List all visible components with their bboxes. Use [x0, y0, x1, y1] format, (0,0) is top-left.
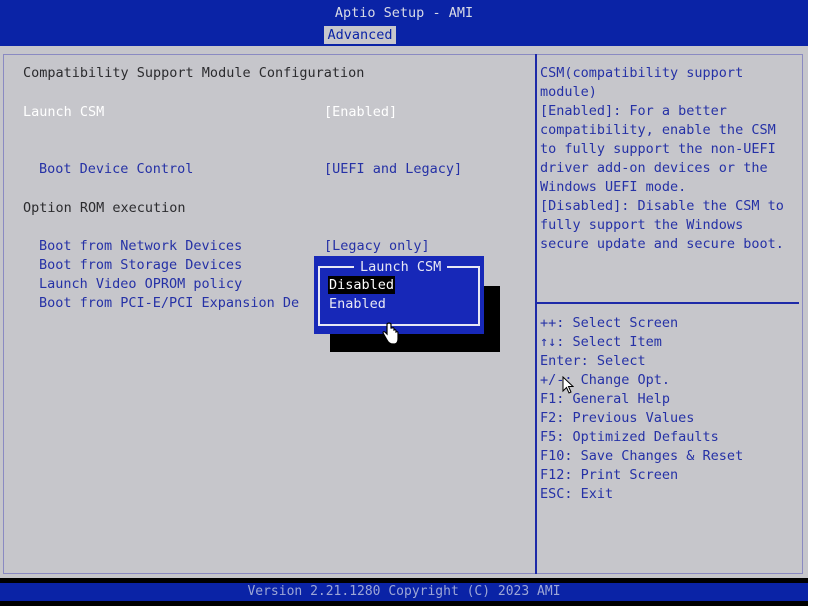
- popup-option-enabled[interactable]: Enabled: [329, 295, 386, 313]
- title-bar: Aptio Setup - AMI Advanced: [0, 0, 808, 46]
- key-help-line: F10: Save Changes & Reset: [540, 448, 744, 464]
- vertical-divider: [535, 54, 537, 574]
- key-help-line: +/-: Change Opt.: [540, 372, 671, 388]
- key-help-line: F12: Print Screen: [540, 467, 679, 483]
- key-help-line: ESC: Exit: [540, 486, 614, 502]
- app-title: Aptio Setup - AMI: [334, 5, 474, 21]
- boot-network-value[interactable]: [Legacy only]: [324, 237, 430, 256]
- key-help-line: F1: General Help: [540, 391, 671, 407]
- hand-cursor-icon: [382, 322, 399, 345]
- help-line: compatibility, enable the CSM: [540, 122, 776, 138]
- launch-csm-label[interactable]: Launch CSM: [23, 103, 104, 122]
- arrow-cursor-icon: [562, 376, 574, 394]
- footer-version: Version 2.21.1280 Copyright (C) 2023 AMI: [0, 583, 808, 601]
- bios-screen: Aptio Setup - AMI Advanced Compatibility…: [0, 0, 808, 606]
- tab-advanced[interactable]: Advanced: [324, 26, 396, 44]
- section-title: Compatibility Support Module Configurati…: [23, 65, 365, 81]
- key-help-line: ↑↓: Select Item: [540, 334, 662, 350]
- key-help-line: F5: Optimized Defaults: [540, 429, 719, 445]
- help-line: to fully support the non-UEFI: [540, 141, 776, 157]
- key-help-line: Enter: Select: [540, 353, 646, 369]
- help-separator: [537, 302, 799, 304]
- help-line: driver add-on devices or the: [540, 160, 768, 176]
- popup-title: Launch CSM: [354, 258, 448, 276]
- help-line: secure update and secure boot.: [540, 236, 784, 252]
- help-line: [Disabled]: Disable the CSM to: [540, 198, 784, 214]
- help-line: [Enabled]: For a better: [540, 103, 727, 119]
- boot-device-control-value[interactable]: [UEFI and Legacy]: [324, 160, 462, 179]
- boot-storage-label[interactable]: Boot from Storage Devices: [39, 256, 242, 275]
- boot-device-control-label[interactable]: Boot Device Control: [39, 160, 193, 179]
- help-line: CSM(compatibility support: [540, 65, 744, 81]
- launch-video-label[interactable]: Launch Video OPROM policy: [39, 275, 242, 294]
- option-rom-title: Option ROM execution: [23, 200, 186, 216]
- boot-pcie-label[interactable]: Boot from PCI-E/PCI Expansion De: [39, 294, 299, 313]
- launch-csm-value[interactable]: [Enabled]: [324, 103, 397, 122]
- key-help-line: F2: Previous Values: [540, 410, 695, 426]
- boot-network-label[interactable]: Boot from Network Devices: [39, 237, 242, 256]
- popup-option-disabled[interactable]: Disabled: [328, 276, 396, 294]
- key-help-line: ++: Select Screen: [540, 315, 679, 331]
- help-line: fully support the Windows: [540, 217, 744, 233]
- help-line: Windows UEFI mode.: [540, 179, 687, 195]
- help-line: module): [540, 84, 597, 100]
